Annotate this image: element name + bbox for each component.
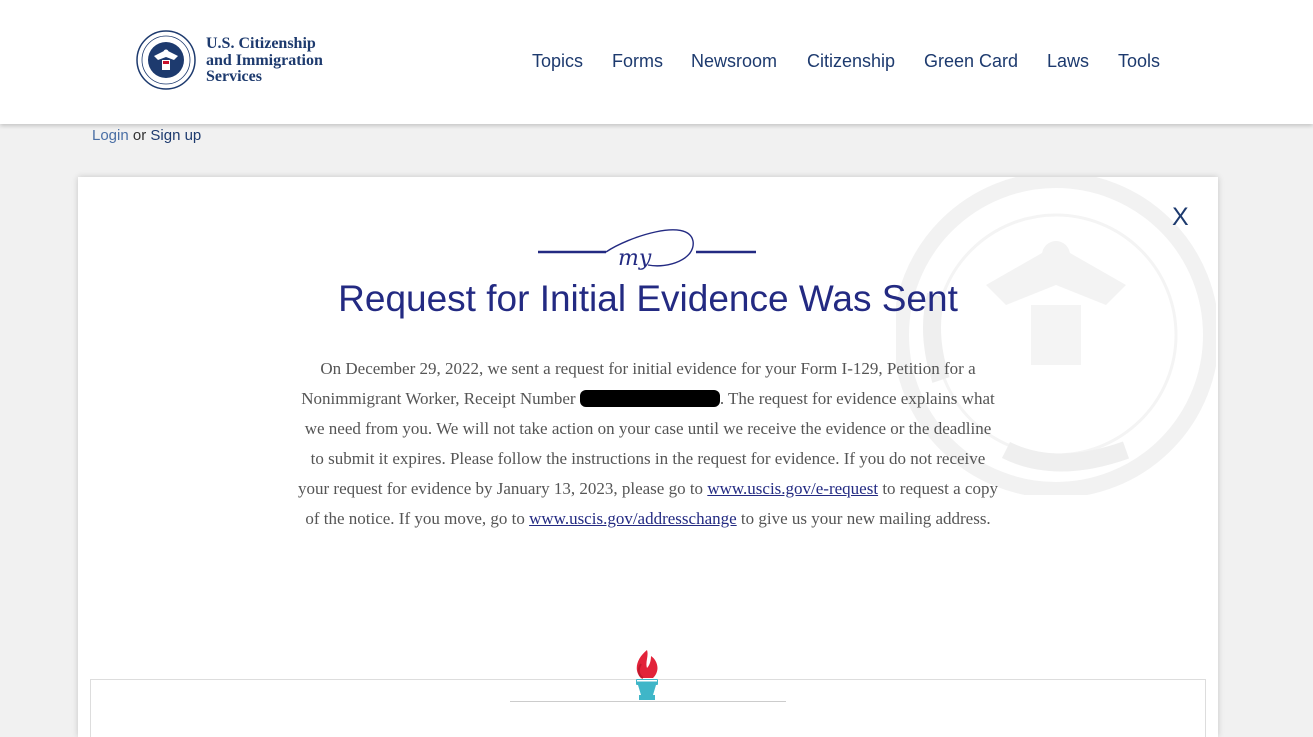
nav-newsroom[interactable]: Newsroom <box>691 51 777 72</box>
agency-line-1: U.S. Citizenship <box>206 35 316 52</box>
case-status-modal: X my Request for Initial Evidence Was Se… <box>78 177 1218 737</box>
site-header: U.S. Citizenship and Immigration Service… <box>0 0 1313 124</box>
redacted-receipt-number <box>579 390 720 407</box>
status-text-4: to give us your new mailing address. <box>736 509 991 528</box>
my-uscis-logo: my <box>538 229 756 271</box>
nav-forms[interactable]: Forms <box>612 51 663 72</box>
nav-green-card[interactable]: Green Card <box>924 51 1018 72</box>
signup-link[interactable]: Sign up <box>150 127 201 144</box>
agency-name[interactable]: U.S. Citizenship and Immigration Service… <box>206 35 323 86</box>
login-link[interactable]: Login <box>92 127 129 144</box>
auth-or-text: or <box>132 127 147 144</box>
nav-laws[interactable]: Laws <box>1047 51 1089 72</box>
address-change-link[interactable]: www.uscis.gov/addresschange <box>529 509 737 528</box>
torch-icon <box>636 650 658 700</box>
status-description: On December 29, 2022, we sent a request … <box>298 354 998 534</box>
close-button[interactable]: X <box>1172 203 1189 232</box>
e-request-link[interactable]: www.uscis.gov/e-request <box>707 479 878 498</box>
auth-links: Login or Sign up <box>92 127 201 144</box>
nav-tools[interactable]: Tools <box>1118 51 1160 72</box>
my-logo-text: my <box>618 246 652 271</box>
nav-topics[interactable]: Topics <box>532 51 583 72</box>
agency-line-2: and Immigration <box>206 51 323 69</box>
dhs-seal-icon[interactable] <box>136 30 196 90</box>
agency-line-3: Services <box>206 68 262 85</box>
status-title: Request for Initial Evidence Was Sent <box>338 278 958 319</box>
nav-citizenship[interactable]: Citizenship <box>807 51 895 72</box>
